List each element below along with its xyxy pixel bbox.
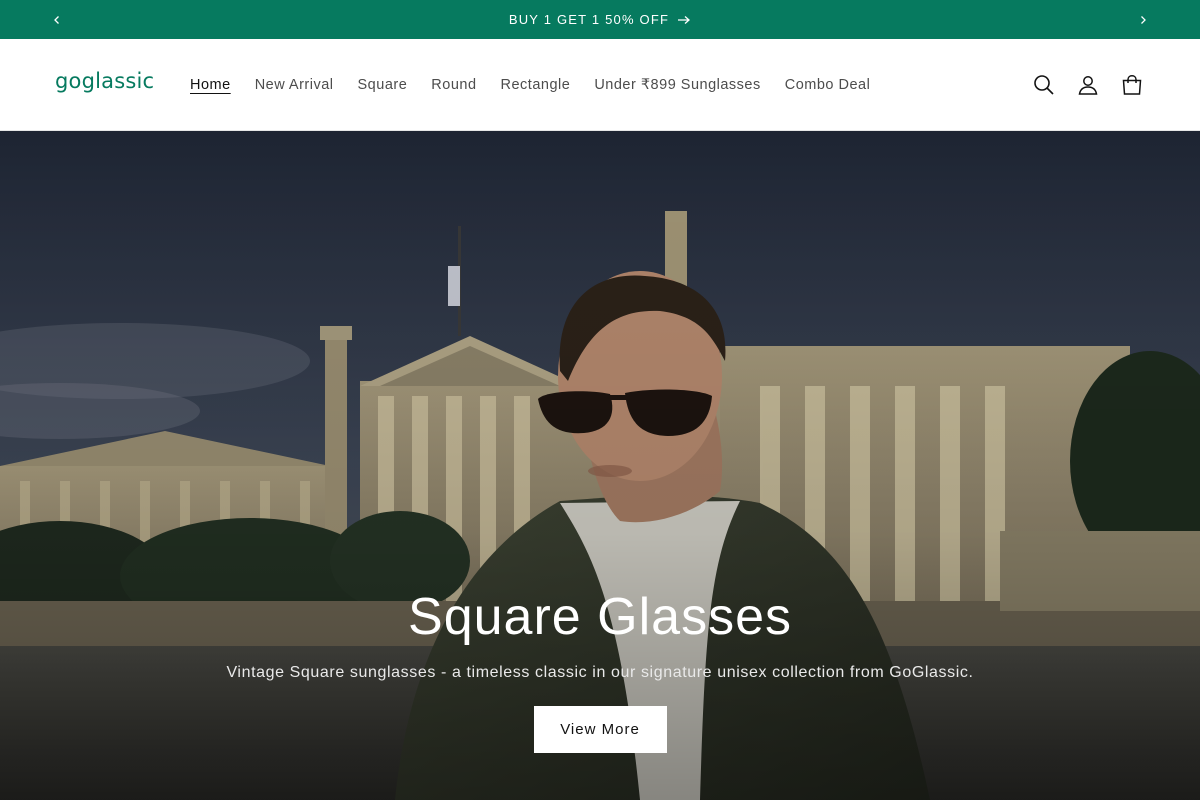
- hero-banner: Square Glasses Vintage Square sunglasses…: [0, 131, 1200, 800]
- chevron-right-icon: [1141, 15, 1146, 24]
- search-button[interactable]: [1022, 63, 1066, 107]
- announcement-next-button[interactable]: [1123, 0, 1163, 39]
- header-icons: [1022, 63, 1154, 107]
- account-button[interactable]: [1066, 63, 1110, 107]
- main-nav: Home New Arrival Square Round Rectangle …: [178, 39, 882, 131]
- site-header: goglassic Home New Arrival Square Round …: [0, 39, 1200, 131]
- hero-subtitle: Vintage Square sunglasses - a timeless c…: [226, 664, 974, 682]
- nav-item-combo-deal[interactable]: Combo Deal: [773, 77, 883, 93]
- cart-icon: [1122, 75, 1142, 95]
- account-icon: [1078, 76, 1098, 95]
- hero-title: Square Glasses: [408, 588, 792, 646]
- view-more-button[interactable]: View More: [533, 706, 667, 754]
- chevron-left-icon: [54, 15, 59, 24]
- announcement-bar: BUY 1 GET 1 50% OFF: [0, 0, 1200, 39]
- nav-item-home[interactable]: Home: [178, 77, 243, 93]
- nav-item-round[interactable]: Round: [419, 77, 488, 93]
- nav-item-rectangle[interactable]: Rectangle: [489, 77, 583, 93]
- nav-item-square[interactable]: Square: [346, 77, 420, 93]
- logo[interactable]: goglassic: [55, 69, 154, 93]
- nav-item-new-arrival[interactable]: New Arrival: [243, 77, 346, 93]
- cart-button[interactable]: [1110, 63, 1154, 107]
- announcement-link[interactable]: BUY 1 GET 1 50% OFF: [509, 12, 691, 27]
- announcement-prev-button[interactable]: [37, 0, 77, 39]
- search-icon: [1034, 75, 1054, 95]
- nav-item-under-899[interactable]: Under ₹899 Sunglasses: [582, 77, 772, 93]
- announcement-text: BUY 1 GET 1 50% OFF: [508, 12, 670, 27]
- hero-content: Square Glasses Vintage Square sunglasses…: [0, 586, 1200, 754]
- arrow-right-icon: [678, 15, 691, 24]
